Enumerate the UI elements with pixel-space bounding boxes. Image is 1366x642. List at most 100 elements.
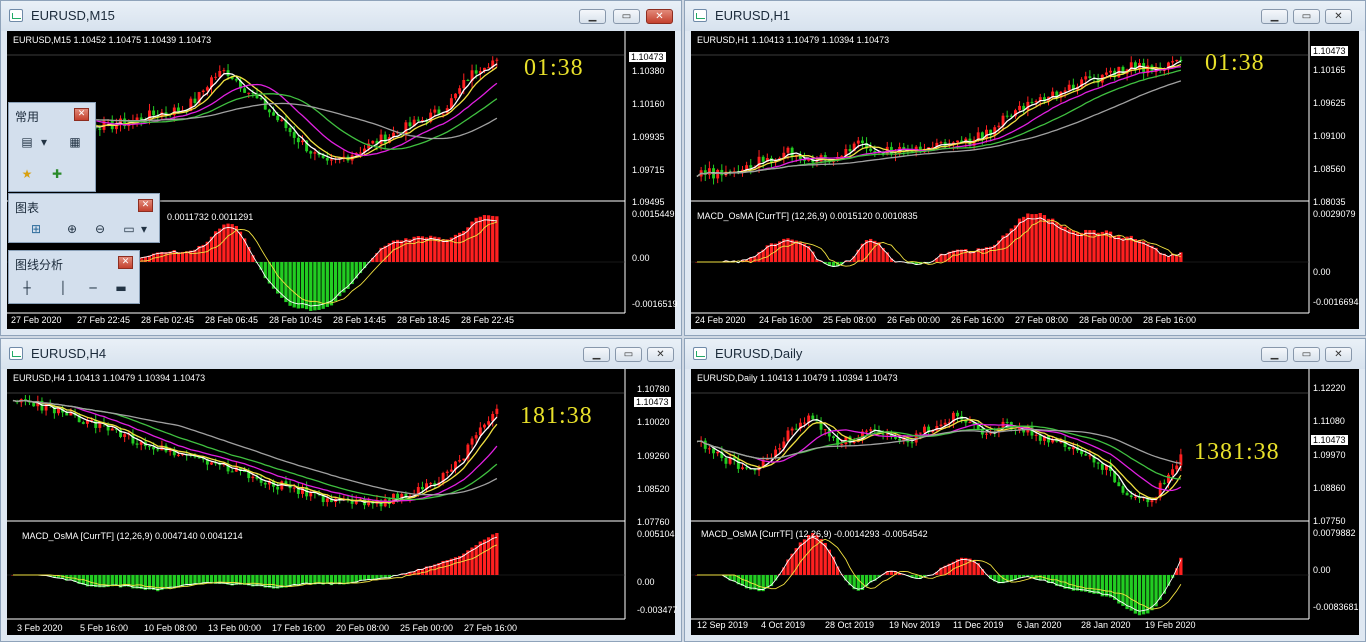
macd-label: 0.0011732 0.0011291: [167, 212, 254, 222]
toolbar-close-button[interactable]: ✕: [138, 199, 153, 212]
time-label: 28 Feb 18:45: [397, 315, 451, 325]
macd-bar: [798, 241, 803, 262]
window-titlebar[interactable]: EURUSD,H4 ▁ ▭ ✕: [1, 339, 681, 369]
candle-body: [1084, 76, 1088, 80]
close-button[interactable]: ✕: [646, 9, 673, 24]
macd-bar: [445, 239, 449, 262]
macd-label: MACD_OsMA [CurrTF] (12,26,9) 0.0015120 0…: [697, 211, 918, 221]
candle-body: [259, 98, 263, 100]
candle-body: [823, 429, 827, 431]
price-label: 1.08520: [637, 484, 670, 494]
candle-body: [1005, 421, 1009, 423]
new-chart-icon[interactable]: ▤: [17, 133, 37, 151]
macd-bar: [457, 555, 462, 575]
candle-body: [865, 430, 869, 432]
minimize-button[interactable]: ▁: [583, 347, 610, 362]
dropdown-arrow-icon[interactable]: ▾: [39, 133, 49, 151]
profiles-icon[interactable]: ▦: [65, 133, 85, 151]
macd-line: [13, 536, 498, 591]
candle-body: [1063, 90, 1067, 92]
macd-bar: [457, 232, 462, 262]
chart-window-h4[interactable]: EURUSD,H4 ▁ ▭ ✕ EURUSD,H4 1.10413 1.1047…: [0, 338, 682, 642]
candle-body: [716, 169, 720, 179]
candle-body: [466, 80, 470, 82]
new-order-icon[interactable]: ✚: [47, 165, 67, 183]
chart-area[interactable]: EURUSD,Daily 1.10413 1.10479 1.10394 1.1…: [691, 369, 1359, 635]
macd-bar: [1121, 237, 1125, 262]
macd-bar: [201, 244, 205, 262]
candle-body: [1179, 454, 1183, 466]
bar-timer: 01:38: [524, 55, 584, 81]
macd-bar: [1137, 240, 1142, 262]
macd-bar: [1117, 235, 1121, 262]
minimize-button[interactable]: ▁: [1261, 347, 1288, 362]
maximize-button[interactable]: ▭: [615, 347, 642, 362]
close-button[interactable]: ✕: [1325, 9, 1352, 24]
candle-body: [32, 402, 36, 407]
macd-bar: [1137, 575, 1142, 616]
macd-bar: [1133, 239, 1138, 262]
macd-bar: [89, 575, 94, 587]
candle-body: [98, 128, 102, 130]
toolbar-charts[interactable]: 图表 ✕ ⊞ ⊕ ⊖ ▭ ▾: [8, 193, 160, 243]
macd-bar: [1088, 230, 1092, 262]
macd-bar: [1141, 575, 1146, 615]
candle-body: [1018, 105, 1022, 111]
candle-body: [1175, 465, 1179, 470]
rectangle-icon[interactable]: ▬: [111, 279, 131, 297]
chart-area[interactable]: EURUSD,H4 1.10413 1.10479 1.10394 1.1047…: [7, 369, 678, 635]
candle-body: [292, 132, 296, 138]
toolbar-common[interactable]: 常用 ✕ ▤ ▾ ▦ ★ ✚: [8, 102, 96, 192]
close-button[interactable]: ✕: [647, 347, 674, 362]
macd-bar: [482, 539, 487, 575]
horizontal-line-icon[interactable]: ─: [83, 279, 103, 297]
chart-window-h1[interactable]: EURUSD,H1 ▁ ▭ ✕ EURUSD,H1 1.10413 1.1047…: [684, 0, 1366, 336]
minimize-button[interactable]: ▁: [1261, 9, 1288, 24]
candle-body: [483, 424, 486, 428]
window-titlebar[interactable]: EURUSD,H1 ▁ ▭ ✕: [685, 1, 1365, 31]
chart-window-daily[interactable]: EURUSD,Daily ▁ ▭ ✕ EURUSD,Daily 1.10413 …: [684, 338, 1366, 642]
candle-body: [478, 427, 482, 436]
macd-bar: [753, 575, 757, 590]
tile-windows-icon[interactable]: ⊞: [26, 220, 46, 238]
candle-body: [313, 152, 317, 154]
price-label: 1.09495: [632, 197, 665, 207]
templates-icon[interactable]: ▭: [119, 220, 139, 238]
crosshair-icon[interactable]: ┼: [17, 279, 37, 297]
window-titlebar[interactable]: EURUSD,Daily ▁ ▭ ✕: [685, 339, 1365, 369]
macd-bar: [1030, 214, 1034, 262]
dropdown-arrow-icon[interactable]: ▾: [139, 220, 149, 238]
macd-bar: [102, 575, 106, 588]
macd-axis-label: 0.0015449: [632, 209, 675, 219]
macd-bar: [300, 262, 305, 309]
candle-body: [176, 107, 180, 112]
candle-body: [716, 451, 720, 454]
moving-average-line: [12, 399, 498, 504]
toolbar-close-button[interactable]: ✕: [74, 108, 89, 121]
price-label: 1.09935: [632, 132, 665, 142]
macd-bar: [495, 533, 499, 575]
price-chart[interactable]: [691, 369, 1361, 637]
zoom-out-icon[interactable]: ⊖: [90, 220, 110, 238]
maximize-button[interactable]: ▭: [613, 9, 640, 24]
favorites-folder-icon[interactable]: ★: [17, 165, 37, 183]
close-button[interactable]: ✕: [1325, 347, 1352, 362]
toolbar-close-button[interactable]: ✕: [118, 256, 133, 269]
macd-bar: [342, 262, 346, 293]
candle-body: [918, 432, 922, 434]
window-titlebar[interactable]: EURUSD,M15 ▁ ▭ ✕: [1, 1, 681, 31]
candle-body: [205, 87, 209, 91]
time-label: 5 Feb 16:00: [80, 623, 129, 633]
macd-bar: [1075, 232, 1080, 262]
candle-body: [267, 109, 271, 113]
vertical-line-icon[interactable]: │: [53, 279, 73, 297]
maximize-button[interactable]: ▭: [1293, 347, 1320, 362]
time-label: 6 Jan 2020: [1017, 620, 1062, 630]
candle-body: [379, 134, 383, 145]
minimize-button[interactable]: ▁: [579, 9, 606, 24]
zoom-in-icon[interactable]: ⊕: [62, 220, 82, 238]
maximize-button[interactable]: ▭: [1293, 9, 1320, 24]
toolbar-analysis[interactable]: 图线分析 ✕ ┼ │ ─ ▬: [8, 250, 140, 304]
candle-body: [454, 93, 457, 99]
chart-area[interactable]: EURUSD,H1 1.10413 1.10479 1.10394 1.1047…: [691, 31, 1359, 329]
